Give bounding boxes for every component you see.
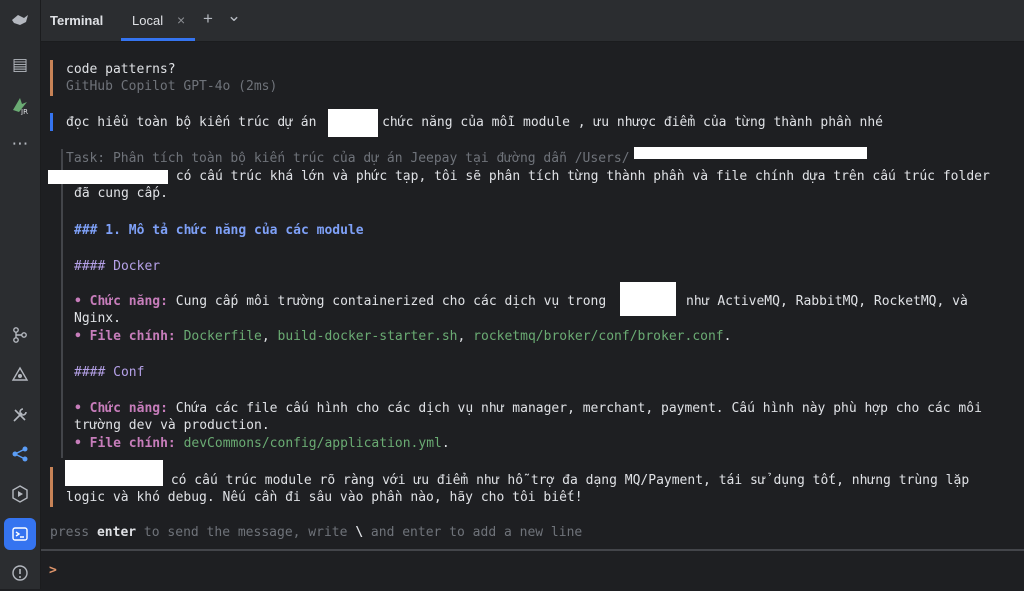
response-meta: GitHub Copilot GPT-4o (2ms): [66, 79, 278, 94]
question-text: code patterns?: [66, 62, 176, 77]
structure-icon[interactable]: ▤: [4, 49, 36, 81]
conf-heading: #### Conf: [74, 365, 145, 380]
jetbrains-logo-icon[interactable]: [4, 4, 36, 36]
run-icon[interactable]: [4, 478, 36, 510]
response-marker: [50, 467, 53, 507]
close-tab-icon[interactable]: ×: [177, 12, 185, 28]
chat-transcript: code patterns? GitHub Copilot GPT-4o (2m…: [41, 42, 1024, 549]
active-tab-indicator: [121, 38, 195, 41]
add-tab-icon[interactable]: +: [198, 9, 218, 29]
conf-files: • File chính: devCommons/config/applicat…: [74, 436, 450, 451]
task-output-marker: [61, 149, 63, 458]
services-icon[interactable]: [4, 438, 36, 470]
prompt-symbol: >: [49, 563, 57, 578]
docker-files: • File chính: Dockerfile, build-docker-s…: [74, 329, 732, 344]
summary-line-cont: logic và khó debug. Nếu cần đi sâu vào p…: [66, 490, 583, 505]
conf-function-cont: trường dev và production.: [74, 418, 270, 433]
chevron-down-icon[interactable]: ⌄: [224, 6, 244, 26]
docker-function: • Chức năng: Cung cấp môi trường contain…: [74, 294, 968, 309]
terminal-header: Terminal Local × + ⌄: [41, 0, 1024, 42]
user-message-marker: [50, 113, 53, 131]
build-icon[interactable]: [4, 399, 36, 431]
redacted-name: [48, 170, 168, 184]
git-icon[interactable]: [4, 319, 36, 351]
redacted-block: [620, 282, 676, 316]
left-tool-sidebar: ▤ JR ⋯: [0, 0, 41, 589]
response-intro-cont: đã cung cấp.: [74, 186, 168, 201]
redacted-name: [65, 460, 163, 486]
redacted-block: [328, 109, 378, 137]
graph-icon[interactable]: [4, 359, 36, 391]
tab-local-label: Local: [132, 13, 164, 28]
jrebel-icon[interactable]: JR: [4, 89, 36, 121]
more-icon[interactable]: ⋯: [4, 128, 36, 160]
tab-local[interactable]: Local ×: [121, 0, 195, 41]
panel-title: Terminal: [50, 13, 104, 28]
docker-function-cont: Nginx.: [74, 311, 121, 326]
response-intro: có cấu trúc khá lớn và phức tạp, tôi sẽ …: [168, 169, 990, 184]
task-line: Task: Phân tích toàn bộ kiến trúc của dự…: [66, 151, 630, 166]
conf-function: • Chức năng: Chứa các file cấu hình cho …: [74, 401, 982, 416]
section-heading: ### 1. Mô tả chức năng của các module: [74, 223, 364, 238]
summary-line: có cấu trúc module rõ ràng với ưu điểm n…: [163, 473, 970, 488]
message-input[interactable]: >: [41, 549, 1024, 591]
problems-icon[interactable]: [4, 557, 36, 589]
terminal-icon[interactable]: [4, 518, 36, 550]
user-message: đọc hiểu toàn bộ kiến trúc dự án, chức n…: [66, 115, 884, 130]
response-marker: [50, 60, 53, 96]
docker-heading: #### Docker: [74, 259, 161, 274]
svg-text:JR: JR: [20, 108, 28, 115]
redacted-path: [634, 147, 867, 159]
input-hint: press enter to send the message, write \…: [50, 525, 583, 540]
